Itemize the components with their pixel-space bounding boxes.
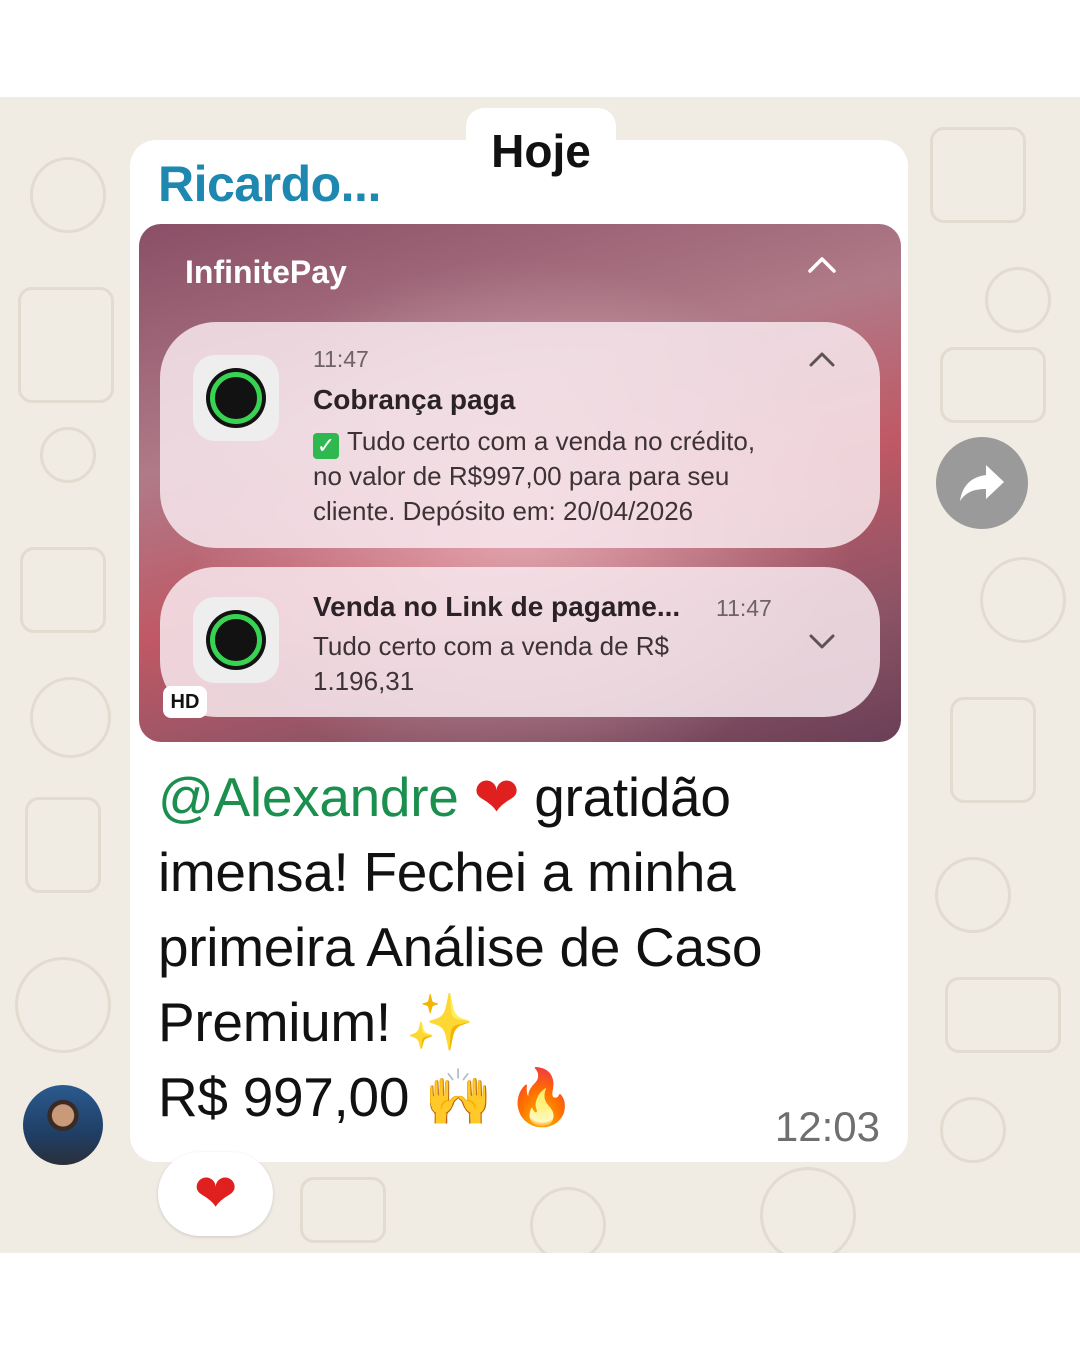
doodle-circle [940, 1097, 1006, 1163]
notification-body-line: cliente. Depósito em: 20/04/2026 [313, 496, 694, 526]
heart-reaction-emoji: ❤ [193, 1164, 238, 1224]
doodle-square [300, 1177, 386, 1243]
doodle-ruler [945, 977, 1061, 1053]
doodle-circle [760, 1167, 856, 1253]
sparkles-emoji: ✨ [405, 990, 475, 1054]
notification-card-link-sale: Venda no Link de pagame... 11:47 Tudo ce… [160, 567, 880, 717]
mention-link[interactable]: @Alexandre [158, 766, 459, 828]
message-text: @Alexandre ❤ gratidão imensa! Fechei a m… [158, 760, 858, 1135]
doodle-circle [30, 677, 111, 758]
notification-time: 11:47 [716, 595, 772, 621]
chevron-up-icon [809, 352, 835, 367]
notification-body-line: 1.196,31 [313, 666, 415, 696]
date-badge: Hoje [466, 108, 616, 198]
message-text-segment: Premium! [158, 991, 391, 1053]
fire-emoji: 🔥 [507, 1065, 576, 1129]
chevron-down-icon [809, 634, 835, 649]
doodle-globe [530, 1187, 606, 1253]
doodle-cart [18, 287, 114, 403]
doodle-shield [950, 697, 1036, 803]
chevron-up-icon [808, 257, 836, 273]
doodle-square [20, 547, 106, 633]
doodle-circle [985, 267, 1051, 333]
doodle-coin [15, 957, 111, 1053]
doodle-circle [40, 427, 96, 483]
notification-card-paid: 11:47 Cobrança paga ✓ Tudo certo com a ve… [160, 322, 880, 548]
notification-screenshot[interactable]: InfinitePay 11:47 Cobrança paga ✓ Tudo ce… [139, 224, 901, 742]
forward-button[interactable] [936, 437, 1028, 529]
doodle-circle [30, 157, 106, 233]
sender-avatar[interactable] [23, 1085, 103, 1165]
infinitepay-app-icon [193, 355, 279, 441]
raised-hands-emoji: 🙌 [424, 1065, 493, 1129]
notification-title: Venda no Link de pagame... [313, 591, 681, 622]
sender-name[interactable]: Ricardo... [158, 155, 381, 213]
message-line: primeira Análise de Caso [158, 916, 763, 978]
reaction-badge[interactable]: ❤ [158, 1152, 273, 1236]
check-box-icon: ✓ [313, 433, 339, 459]
hd-badge: HD [163, 686, 207, 718]
notification-body: Tudo certo com a venda de R$ 1.196,31 [313, 629, 669, 699]
message-text-segment: gratidão [534, 766, 731, 828]
doodle-square [930, 127, 1026, 223]
doodle-circle [935, 857, 1011, 933]
doodle-circle [980, 557, 1066, 643]
screenshot-app-name: InfinitePay [185, 254, 347, 290]
doodle-square [25, 797, 101, 893]
notification-time: 11:47 [313, 346, 369, 372]
heart-emoji: ❤ [473, 765, 520, 829]
date-badge-label: Hoje [491, 125, 591, 177]
doodle-square [940, 347, 1046, 423]
message-text-segment: R$ 997,00 [158, 1066, 410, 1128]
notification-body-line: Tudo certo com a venda de R$ [313, 631, 670, 661]
notification-title: Cobrança paga [313, 384, 516, 415]
infinitepay-app-icon [193, 597, 279, 683]
notification-body: ✓ Tudo certo com a venda no crédito, no v… [313, 424, 755, 529]
notification-body-line: Tudo certo com a venda no crédito, [347, 426, 756, 456]
forward-arrow-icon [960, 465, 1004, 501]
notification-body-line: no valor de R$997,00 para para seu [313, 461, 730, 491]
message-timestamp: 12:03 [774, 1103, 880, 1150]
message-line: imensa! Fechei a minha [158, 841, 736, 903]
